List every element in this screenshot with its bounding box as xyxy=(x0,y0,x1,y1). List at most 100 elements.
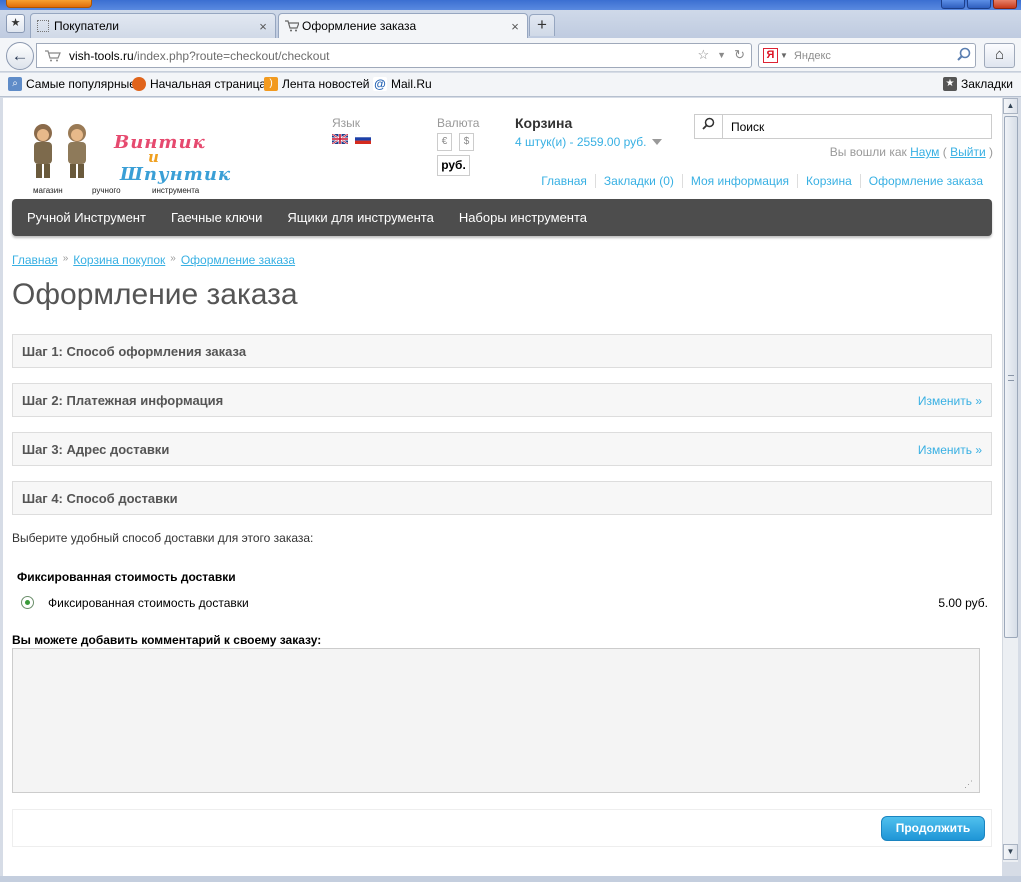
toplink-home[interactable]: Главная xyxy=(533,174,595,188)
minimize-button[interactable] xyxy=(941,0,965,9)
bookmark-most-visited[interactable]: ⌕ Самые популярные xyxy=(8,77,136,91)
shipping-option-flat[interactable]: Фиксированная стоимость доставки 5.00 ру… xyxy=(21,594,991,612)
step-title: Шаг 1: Способ оформления заказа xyxy=(22,344,247,359)
new-tab-button[interactable]: + xyxy=(529,14,555,36)
step-title: Шаг 3: Адрес доставки xyxy=(22,442,170,457)
shipping-option-price: 5.00 руб. xyxy=(938,596,988,610)
bookmark-mailru[interactable]: @ Mail.Ru xyxy=(373,77,432,91)
window-controls xyxy=(941,0,1017,9)
search-icon[interactable] xyxy=(957,47,975,64)
store-logo[interactable]: Винтик и Шпунтик магазин ручного инструм… xyxy=(26,120,230,200)
edit-shipping-address-link[interactable]: Изменить » xyxy=(918,443,982,457)
resize-grip-icon[interactable]: ⋰ xyxy=(964,778,976,790)
tab-close-icon[interactable]: × xyxy=(509,19,521,34)
shipping-radio-button[interactable] xyxy=(21,596,34,609)
address-bar[interactable]: vish-tools.ru/index.php?route=checkout/c… xyxy=(36,43,752,68)
cart-summary-dropdown[interactable]: 4 штук(и) - 2559.00 руб. xyxy=(515,135,663,149)
category-menu: Ручной Инструмент Гаечные ключи Ящики дл… xyxy=(12,199,992,236)
search-icon[interactable] xyxy=(695,115,723,138)
reload-icon[interactable]: ↻ xyxy=(734,47,745,64)
at-sign-icon: @ xyxy=(373,77,387,91)
close-window-button[interactable] xyxy=(993,0,1017,9)
top-links: Главная Закладки (0) Моя информация Корз… xyxy=(533,174,991,188)
firefox-menu-button[interactable] xyxy=(6,0,92,8)
logo-figure-right xyxy=(68,124,86,178)
english-flag-icon[interactable] xyxy=(332,134,348,144)
cart-title: Корзина xyxy=(515,115,573,131)
scroll-grip xyxy=(1008,375,1014,381)
toplink-account[interactable]: Моя информация xyxy=(681,174,797,188)
search-input[interactable]: Поиск xyxy=(723,120,764,134)
account-user-link[interactable]: Наум xyxy=(910,145,939,159)
page-title: Оформление заказа xyxy=(12,278,298,311)
toplink-wishlist[interactable]: Закладки (0) xyxy=(594,174,682,188)
engine-dropdown-icon[interactable]: ▼ xyxy=(780,51,788,60)
bookmark-start-page[interactable]: Начальная страница xyxy=(132,77,266,91)
buttons-bar: Продолжить xyxy=(12,809,992,847)
site-cart-icon xyxy=(45,49,61,62)
tab-groups-icon[interactable]: ★ xyxy=(6,14,25,33)
scroll-down-arrow-icon[interactable]: ▼ xyxy=(1003,844,1018,860)
url-actions: ☆ ▼ ↻ xyxy=(698,47,745,64)
edit-payment-link[interactable]: Изменить » xyxy=(918,394,982,408)
toplink-checkout[interactable]: Оформление заказа xyxy=(859,174,991,188)
navigation-toolbar: ← vish-tools.ru/index.php?route=checkout… xyxy=(0,38,1021,72)
order-comment-textarea[interactable] xyxy=(12,648,980,793)
menu-hand-tools[interactable]: Ручной Инструмент xyxy=(27,210,146,225)
menu-tool-sets[interactable]: Наборы инструмента xyxy=(459,210,587,225)
continue-button[interactable]: Продолжить xyxy=(881,816,985,841)
logout-link[interactable]: Выйти xyxy=(950,145,986,159)
history-dropdown-icon[interactable]: ▼ xyxy=(717,47,726,64)
menu-wrenches[interactable]: Гаечные ключи xyxy=(171,210,262,225)
web-search-box[interactable]: Я ▼ Яндекс xyxy=(758,43,976,68)
tab-customers[interactable]: Покупатели × xyxy=(30,13,276,38)
bookmark-news-feed[interactable]: ) Лента новостей xyxy=(264,77,370,91)
chevron-down-icon xyxy=(652,139,663,145)
star-icon: ★ xyxy=(943,77,957,91)
maximize-button[interactable] xyxy=(967,0,991,9)
site-search[interactable]: Поиск xyxy=(694,114,992,139)
page-viewport: Винтик и Шпунтик магазин ручного инструм… xyxy=(3,98,1002,876)
welcome-paren-open: ( xyxy=(942,145,947,159)
currency-euro-button[interactable]: € xyxy=(437,133,452,151)
window-titlebar xyxy=(0,0,1021,10)
shipping-option-label[interactable]: Фиксированная стоимость доставки xyxy=(48,596,249,610)
scrollbar-thumb[interactable] xyxy=(1004,116,1018,638)
checkout-step-2: Шаг 2: Платежная информация Изменить » xyxy=(12,383,992,417)
tab-close-icon[interactable]: × xyxy=(257,19,269,34)
breadcrumb-separator: » xyxy=(170,253,176,264)
yandex-icon[interactable]: Я xyxy=(763,48,778,63)
welcome-message: Вы вошли как Наум ( Выйти ) xyxy=(830,145,993,159)
logo-word-3: Шпунтик xyxy=(120,164,232,185)
scroll-up-arrow-icon[interactable]: ▲ xyxy=(1003,98,1018,114)
cart-icon xyxy=(285,20,300,32)
logo-subtitle-1: магазин xyxy=(33,186,63,195)
url-host: vish-tools.ru xyxy=(69,48,134,63)
back-arrow-icon[interactable]: ← xyxy=(6,42,34,70)
checkout-step-4: Шаг 4: Способ доставки xyxy=(12,481,992,515)
tab-title: Оформление заказа xyxy=(302,19,417,33)
toplink-cart[interactable]: Корзина xyxy=(797,174,860,188)
russian-flag-icon[interactable] xyxy=(355,134,371,144)
logo-figure-left xyxy=(34,124,52,178)
bookmark-star-icon[interactable]: ☆ xyxy=(698,47,710,64)
rss-icon: ) xyxy=(264,77,278,91)
cart-summary-text: 4 штук(и) - 2559.00 руб. xyxy=(515,135,647,149)
tab-title: Покупатели xyxy=(54,19,119,33)
home-icon[interactable]: ⌂ xyxy=(984,43,1015,68)
currency-dollar-button[interactable]: $ xyxy=(459,133,474,151)
breadcrumb-cart[interactable]: Корзина покупок xyxy=(73,253,165,267)
step-title: Шаг 4: Способ доставки xyxy=(22,491,178,506)
logo-subtitle-2: ручного xyxy=(92,186,121,195)
tab-checkout[interactable]: Оформление заказа × xyxy=(278,13,528,38)
checkout-step-1[interactable]: Шаг 1: Способ оформления заказа xyxy=(12,334,992,368)
currency-ruble-button[interactable]: руб. xyxy=(437,155,470,176)
bookmark-label: Начальная страница xyxy=(150,77,267,91)
url-path: /index.php?route=checkout/checkout xyxy=(133,48,330,63)
currency-label: Валюта xyxy=(437,116,480,130)
menu-tool-boxes[interactable]: Ящики для инструмента xyxy=(287,210,433,225)
breadcrumb-checkout[interactable]: Оформление заказа xyxy=(181,253,295,267)
bookmarks-menu[interactable]: ★ Закладки xyxy=(943,77,1013,91)
breadcrumb-home[interactable]: Главная xyxy=(12,253,58,267)
vertical-scrollbar[interactable]: ▲ ▼ xyxy=(1002,98,1018,862)
